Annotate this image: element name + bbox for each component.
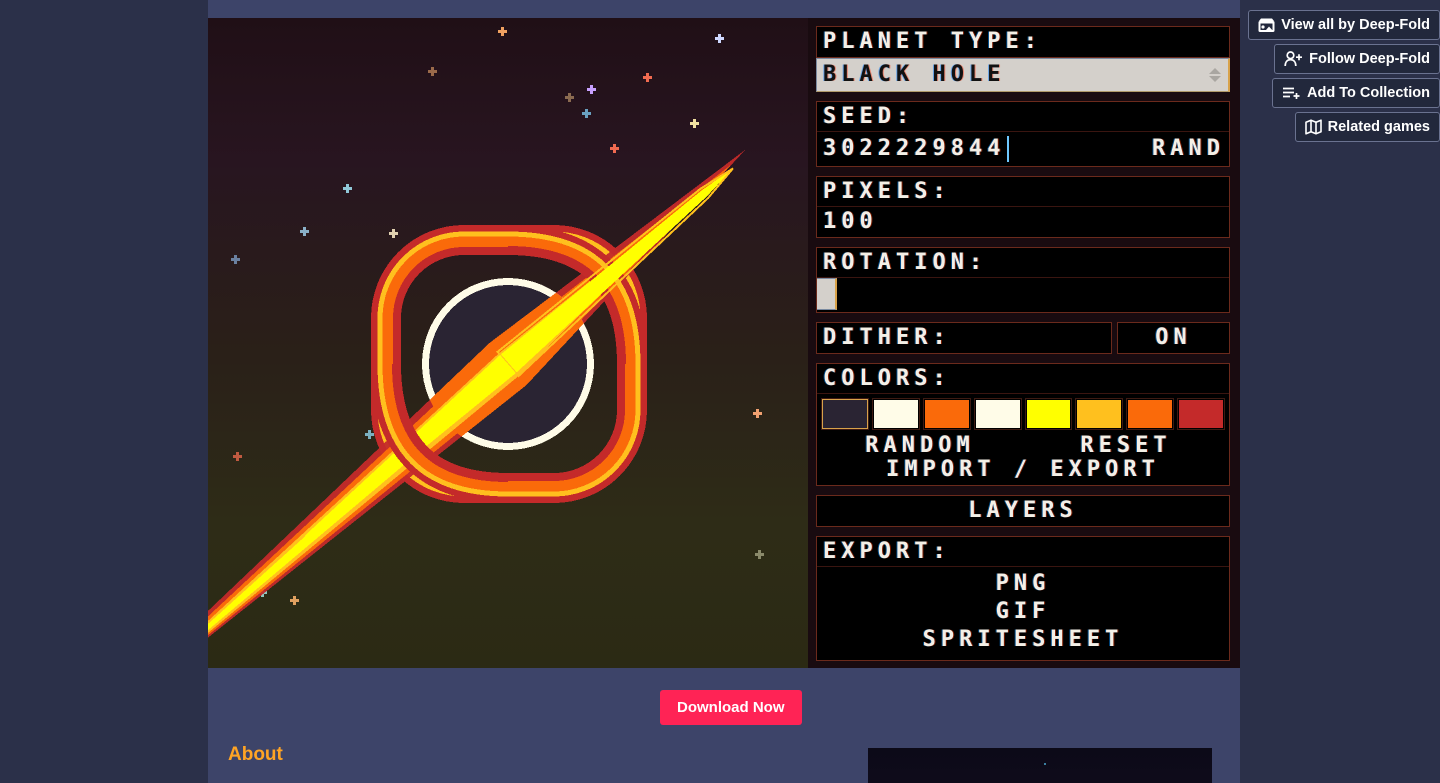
pixels-label-row: PIXELS: (817, 177, 1229, 207)
sidebar-row-view-all: View all by Deep-Fold (1240, 10, 1440, 40)
colors-button-row: RANDOM RESET (817, 433, 1229, 457)
storefront-icon (1258, 18, 1275, 32)
export-option-spritesheet-label: SPRITESHEET (922, 627, 1124, 652)
colors-group: COLORS: RANDOM RESET IMPORT / EXPORT (816, 363, 1230, 486)
download-now-button[interactable]: Download Now (660, 690, 802, 725)
rotation-label: ROTATION: (823, 249, 988, 275)
view-all-by-author-label: View all by Deep-Fold (1281, 17, 1430, 33)
seed-input[interactable]: 3022229844 (823, 138, 1005, 160)
planet-type-select[interactable]: BLACK HOLE (816, 58, 1230, 92)
color-swatch-5[interactable] (1075, 398, 1124, 430)
export-options: PNG GIF SPRITESHEET (817, 567, 1229, 660)
export-option-gif[interactable]: GIF (817, 598, 1229, 626)
add-to-collection-button[interactable]: Add To Collection (1272, 78, 1440, 108)
sidebar-row-follow: Follow Deep-Fold (1240, 44, 1440, 74)
color-swatch-0[interactable] (821, 398, 869, 430)
color-swatch-7[interactable] (1177, 398, 1225, 430)
rotation-slider-thumb[interactable] (817, 278, 837, 310)
pixels-value-row[interactable]: 100 (817, 207, 1229, 237)
seed-label: SEED: (823, 103, 915, 129)
color-swatch-4[interactable] (1024, 398, 1073, 430)
planet-generator-app: PLANET TYPE: BLACK HOLE SEED: 3022229844 (208, 18, 1240, 668)
view-all-by-author-button[interactable]: View all by Deep-Fold (1248, 10, 1440, 40)
rotation-label-row: ROTATION: (817, 248, 1229, 278)
export-option-png-label: PNG (995, 571, 1051, 596)
pixels-input[interactable]: 100 (823, 211, 878, 233)
user-plus-icon (1284, 51, 1303, 67)
colors-random-button[interactable]: RANDOM (817, 435, 1023, 457)
footer-area: Download Now About (208, 668, 1240, 783)
color-swatch-6[interactable] (1126, 398, 1175, 430)
content-top-strip (208, 0, 1240, 18)
layers-row[interactable]: LAYERS (817, 496, 1229, 526)
color-swatch-2[interactable] (922, 398, 971, 430)
follow-author-button[interactable]: Follow Deep-Fold (1274, 44, 1440, 74)
dither-row: DITHER: ON (816, 322, 1230, 354)
planet-canvas[interactable] (208, 18, 808, 668)
sidebar-row-related: Related games (1240, 112, 1440, 142)
control-panel: PLANET TYPE: BLACK HOLE SEED: 3022229844 (808, 18, 1240, 668)
related-games-label: Related games (1327, 119, 1430, 135)
seed-group: SEED: 3022229844 RAND (816, 101, 1230, 167)
planet-type-label: PLANET TYPE: (823, 29, 1042, 54)
dither-label-group: DITHER: (816, 322, 1112, 354)
colors-reset-button[interactable]: RESET (1023, 435, 1229, 457)
about-heading: About (228, 744, 283, 765)
thumbnail-star (1044, 763, 1046, 765)
rotation-slider[interactable] (817, 278, 1229, 312)
pixels-label: PIXELS: (823, 178, 951, 204)
layers-group[interactable]: LAYERS (816, 495, 1230, 527)
rotation-slider-track[interactable] (817, 278, 1229, 312)
dither-toggle-group[interactable]: ON (1117, 322, 1230, 354)
planet-type-label-row: PLANET TYPE: (817, 27, 1229, 57)
colors-label-row: COLORS: (817, 364, 1229, 394)
chevron-updown-icon[interactable] (1208, 68, 1222, 82)
colors-import-export-row: IMPORT / EXPORT (817, 457, 1229, 485)
dither-toggle-row[interactable]: ON (1118, 323, 1229, 353)
seed-value-row: 3022229844 RAND (817, 132, 1229, 166)
related-games-button[interactable]: Related games (1294, 112, 1440, 142)
dither-value[interactable]: ON (1155, 327, 1192, 349)
screenshot-thumbnail[interactable] (868, 748, 1212, 783)
color-swatch-list (817, 394, 1229, 433)
planet-type-value: BLACK HOLE (823, 62, 1006, 87)
colors-label: COLORS: (823, 365, 951, 391)
dither-label: DITHER: (823, 325, 951, 350)
right-sidebar: View all by Deep-Fold Follow Deep-Fold A… (1240, 0, 1440, 783)
pixels-group: PIXELS: 100 (816, 176, 1230, 238)
export-option-gif-label: GIF (995, 599, 1051, 624)
export-label-row: EXPORT: (817, 537, 1229, 567)
export-label: EXPORT: (823, 538, 951, 564)
export-option-png[interactable]: PNG (817, 570, 1229, 598)
export-option-spritesheet[interactable]: SPRITESHEET (817, 626, 1229, 654)
text-caret (1007, 136, 1010, 162)
add-to-collection-label: Add To Collection (1307, 85, 1430, 101)
seed-label-row: SEED: (817, 102, 1229, 132)
export-group: EXPORT: PNG GIF SPRITESHEET (816, 536, 1230, 661)
layers-button[interactable]: LAYERS (968, 500, 1077, 522)
colors-import-export-button[interactable]: IMPORT / EXPORT (886, 457, 1160, 482)
sidebar-row-add-collection: Add To Collection (1240, 78, 1440, 108)
rotation-group: ROTATION: (816, 247, 1230, 313)
dither-label-row: DITHER: (817, 323, 1111, 353)
seed-rand-button[interactable]: RAND (1152, 138, 1229, 160)
follow-author-label: Follow Deep-Fold (1309, 51, 1430, 67)
page-root: PLANET TYPE: BLACK HOLE SEED: 3022229844 (0, 0, 1440, 783)
map-icon (1304, 119, 1322, 135)
black-hole-artwork (208, 149, 746, 668)
color-swatch-3[interactable] (973, 398, 1022, 430)
color-swatch-1[interactable] (871, 398, 920, 430)
planet-type-group: PLANET TYPE: (816, 26, 1230, 58)
list-plus-icon (1283, 87, 1300, 99)
